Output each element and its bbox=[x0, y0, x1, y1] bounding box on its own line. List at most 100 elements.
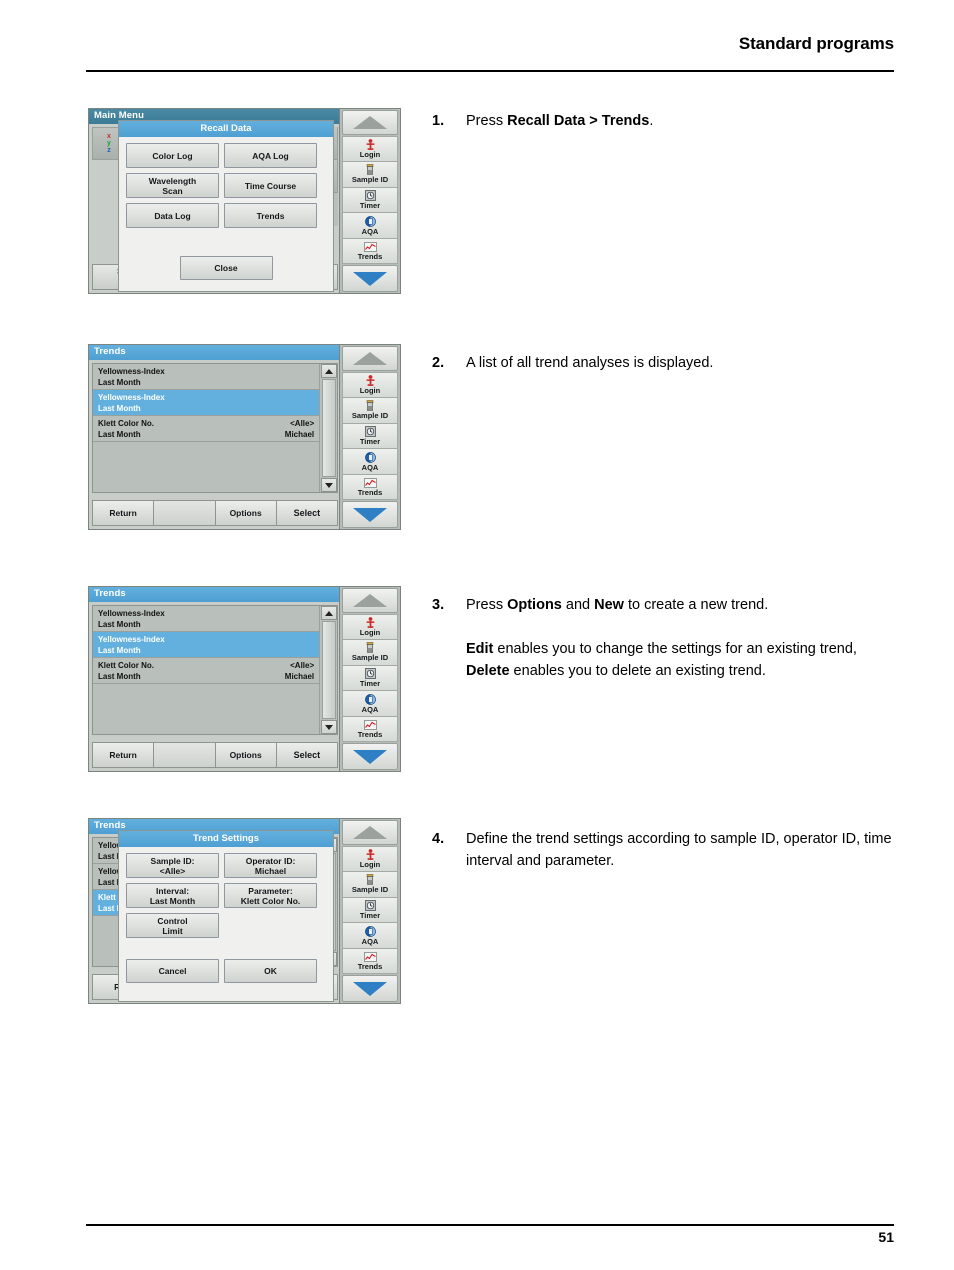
interval-button[interactable]: Interval: Last Month bbox=[126, 883, 219, 908]
select-button[interactable]: Select bbox=[275, 500, 338, 526]
row-left: Klett Color No. Last Month bbox=[98, 418, 154, 441]
scroll-up-arrow-icon bbox=[353, 115, 387, 129]
scroll-down-arrow-button[interactable] bbox=[342, 501, 398, 528]
step-body: A list of all trend analyses is displaye… bbox=[466, 352, 902, 374]
trends-list: Yellowness-Index Last Month Yellowness-I… bbox=[92, 605, 338, 735]
sidebar-item-timer[interactable]: Timer bbox=[342, 186, 398, 213]
scrollbar-up-button[interactable] bbox=[320, 606, 337, 620]
sidebar-item-timer[interactable]: Timer bbox=[342, 422, 398, 449]
sidebar-item-label: Trends bbox=[357, 252, 383, 262]
control-limit-button[interactable]: Control Limit bbox=[126, 913, 219, 938]
step-text-mid: and bbox=[561, 597, 595, 613]
trends-button[interactable]: Trends bbox=[224, 203, 317, 228]
trends-list-column: Yellowness-Index Last Month Yellowness-I… bbox=[93, 606, 320, 734]
screen-title-trends: Trends bbox=[89, 587, 339, 602]
device-sidebar: Login Sample ID Timer AQA Trends bbox=[340, 108, 401, 294]
scrollbar-down-button[interactable] bbox=[320, 478, 337, 492]
step-text-pre: Press bbox=[466, 597, 508, 613]
sidebar-item-login[interactable]: Login bbox=[342, 845, 398, 872]
sidebar-item-sample-id[interactable]: Sample ID bbox=[342, 397, 398, 423]
page-header: Standard programs bbox=[86, 34, 894, 54]
sidebar-item-sample-id[interactable]: Sample ID bbox=[342, 161, 398, 187]
table-row[interactable]: Yellowness-Index Last Month bbox=[93, 606, 320, 632]
scrollbar-up-button[interactable] bbox=[320, 364, 337, 378]
options-button[interactable]: Options bbox=[214, 500, 276, 526]
sidebar-item-aqa[interactable]: AQA bbox=[342, 922, 398, 948]
time-course-button[interactable]: Time Course bbox=[224, 173, 317, 198]
scroll-up-arrow-button[interactable] bbox=[342, 346, 398, 371]
sidebar-item-timer[interactable]: Timer bbox=[342, 896, 398, 923]
operator-id-button[interactable]: Operator ID: Michael bbox=[224, 853, 317, 878]
sidebar-item-label: AQA bbox=[361, 462, 379, 472]
row-subtitle: Last Month bbox=[98, 378, 141, 387]
row-sample-id: <Alle> bbox=[290, 419, 315, 428]
row-left: Yellowness-Index Last Month bbox=[98, 634, 165, 657]
sidebar-item-timer[interactable]: Timer bbox=[342, 664, 398, 691]
scrollbar-thumb[interactable] bbox=[321, 621, 336, 719]
sidebar-item-aqa[interactable]: AQA bbox=[342, 690, 398, 716]
device-screen: Main Menu x y z ...nce ...nt y bbox=[88, 108, 340, 294]
sidebar-item-sample-id[interactable]: Sample ID bbox=[342, 639, 398, 665]
scroll-down-arrow-button[interactable] bbox=[342, 975, 398, 1002]
sidebar-item-login[interactable]: Login bbox=[342, 371, 398, 398]
sidebar-item-trends[interactable]: Trends bbox=[342, 947, 398, 975]
page-title: Standard programs bbox=[738, 34, 894, 53]
aqa-log-button[interactable]: AQA Log bbox=[224, 143, 317, 168]
sidebar-item-trends[interactable]: Trends bbox=[342, 237, 398, 265]
footer-divider bbox=[86, 1224, 894, 1226]
timer-clock-icon bbox=[364, 426, 376, 437]
parameter-button[interactable]: Parameter: Klett Color No. bbox=[224, 883, 317, 908]
row-subtitle: Last Month bbox=[98, 646, 141, 655]
table-row-empty bbox=[93, 684, 320, 734]
scrollbar-down-button[interactable] bbox=[320, 720, 337, 734]
table-row[interactable]: Yellowness-Index Last Month bbox=[93, 390, 320, 416]
step-text-delete: enables you to delete an existing trend. bbox=[509, 663, 766, 679]
spacer-button bbox=[153, 742, 215, 768]
return-button[interactable]: Return bbox=[92, 742, 154, 768]
row-title: Yellowness-Index bbox=[98, 393, 165, 402]
step-number: 3. bbox=[432, 597, 445, 613]
scroll-up-arrow-button[interactable] bbox=[342, 110, 398, 135]
scroll-up-arrow-button[interactable] bbox=[342, 820, 398, 845]
close-button[interactable]: Close bbox=[179, 256, 273, 280]
scroll-up-arrow-icon bbox=[353, 825, 387, 839]
return-button[interactable]: Return bbox=[92, 500, 154, 526]
table-row[interactable]: Yellowness-Index Last Month bbox=[93, 364, 320, 390]
sidebar-item-trends[interactable]: Trends bbox=[342, 715, 398, 743]
step-text-bold-edit: Edit bbox=[466, 641, 494, 657]
sample-id-button[interactable]: Sample ID: <Alle> bbox=[126, 853, 219, 878]
person-icon bbox=[366, 374, 375, 386]
step-text-post: . bbox=[649, 113, 654, 129]
row-operator: Michael bbox=[284, 672, 315, 681]
step-number: 2. bbox=[432, 355, 445, 371]
sidebar-item-label: Sample ID bbox=[351, 653, 389, 663]
color-log-button[interactable]: Color Log bbox=[126, 143, 219, 168]
cancel-button[interactable]: Cancel bbox=[126, 959, 219, 983]
sidebar-item-sample-id[interactable]: Sample ID bbox=[342, 871, 398, 897]
table-row[interactable]: Klett Color No. Last Month <Alle> Michae… bbox=[93, 658, 320, 684]
sidebar-item-aqa[interactable]: AQA bbox=[342, 212, 398, 238]
list-scrollbar[interactable] bbox=[319, 364, 337, 492]
sidebar-item-aqa[interactable]: AQA bbox=[342, 448, 398, 474]
step-text-post: to create a new trend. bbox=[623, 597, 769, 613]
data-log-button[interactable]: Data Log bbox=[126, 203, 219, 228]
scroll-up-arrow-button[interactable] bbox=[342, 588, 398, 613]
ok-button[interactable]: OK bbox=[224, 959, 317, 983]
table-row[interactable]: Yellowness-Index Last Month bbox=[93, 632, 320, 658]
row-left: Yellowness-Index Last Month bbox=[98, 392, 165, 415]
table-row[interactable]: Klett Color No. Last Month <Alle> Michae… bbox=[93, 416, 320, 442]
step-text-pre: A list of all trend analyses is displaye… bbox=[466, 355, 714, 371]
scroll-down-arrow-button[interactable] bbox=[342, 265, 398, 292]
select-button[interactable]: Select bbox=[275, 742, 338, 768]
list-scrollbar[interactable] bbox=[319, 606, 337, 734]
scrollbar-thumb[interactable] bbox=[321, 379, 336, 477]
device-screen: Trends Yellowness-Index Last Month Yello… bbox=[88, 344, 340, 530]
scroll-down-arrow-button[interactable] bbox=[342, 743, 398, 770]
sidebar-item-login[interactable]: Login bbox=[342, 135, 398, 162]
step-4: 4. Define the trend settings according t… bbox=[432, 828, 902, 872]
sidebar-item-trends[interactable]: Trends bbox=[342, 473, 398, 501]
device-screen: Trends Yellowness-Index Last Month Yello… bbox=[88, 586, 340, 772]
options-button[interactable]: Options bbox=[214, 742, 276, 768]
sidebar-item-login[interactable]: Login bbox=[342, 613, 398, 640]
wavelength-scan-button[interactable]: Wavelength Scan bbox=[126, 173, 219, 198]
